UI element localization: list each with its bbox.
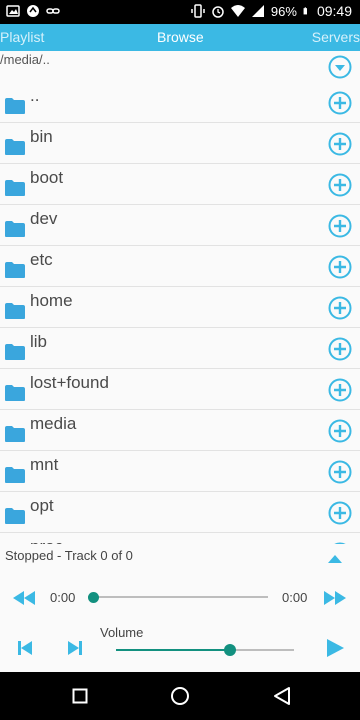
- play-icon[interactable]: [325, 638, 345, 658]
- dropdown-circle-icon[interactable]: [328, 55, 352, 79]
- volume-thumb[interactable]: [223, 644, 236, 656]
- tab-servers[interactable]: Servers: [312, 29, 360, 45]
- folder-icon: [5, 221, 25, 237]
- link-icon: [46, 8, 60, 14]
- item-name: lost+found: [30, 373, 109, 392]
- folder-icon: [5, 385, 25, 401]
- add-circle-icon[interactable]: [328, 337, 352, 361]
- list-item[interactable]: opt: [0, 492, 360, 533]
- time-elapsed: 0:00: [50, 590, 76, 605]
- folder-icon: [5, 180, 25, 196]
- sync-icon: [27, 5, 39, 17]
- folder-icon: [5, 303, 25, 319]
- folder-icon: [5, 467, 25, 483]
- add-circle-icon[interactable]: [328, 91, 352, 115]
- clock: 09:49: [316, 3, 352, 19]
- list-item[interactable]: mnt: [0, 451, 360, 492]
- skip-next-icon[interactable]: [67, 640, 83, 656]
- vibrate-icon: [191, 4, 205, 18]
- tab-bar: Playlist Browse Servers: [0, 24, 360, 51]
- seek-thumb[interactable]: [88, 592, 99, 603]
- list-item[interactable]: dev: [0, 205, 360, 246]
- folder-icon: [5, 426, 25, 442]
- folder-icon: [5, 262, 25, 278]
- add-circle-icon[interactable]: [328, 419, 352, 443]
- current-path: /media/..: [0, 52, 50, 67]
- back-icon[interactable]: [272, 686, 292, 706]
- item-name: bin: [30, 127, 53, 146]
- list-item[interactable]: etc: [0, 246, 360, 287]
- item-name: etc: [30, 250, 53, 269]
- list-item[interactable]: lib: [0, 328, 360, 369]
- folder-icon: [5, 98, 25, 114]
- volume-label: Volume: [100, 625, 144, 640]
- list-item[interactable]: boot: [0, 164, 360, 205]
- add-circle-icon[interactable]: [328, 460, 352, 484]
- folder-icon: [5, 139, 25, 155]
- list-item[interactable]: home: [0, 287, 360, 328]
- item-name: boot: [30, 168, 64, 187]
- list-item[interactable]: bin: [0, 123, 360, 164]
- player-panel: Stopped - Track 0 of 0 0:00 0:00 Volume: [0, 544, 360, 672]
- item-name: lib: [30, 332, 48, 351]
- folder-icon: [5, 508, 25, 524]
- expand-up-icon[interactable]: [327, 554, 343, 564]
- recent-apps-icon[interactable]: [72, 688, 88, 704]
- system-nav-bar: [0, 672, 360, 720]
- item-name: media: [30, 414, 77, 433]
- add-circle-icon[interactable]: [328, 296, 352, 320]
- fast-forward-icon[interactable]: [323, 590, 347, 606]
- seek-bar[interactable]: [88, 596, 268, 598]
- list-item[interactable]: media: [0, 410, 360, 451]
- tab-browse[interactable]: Browse: [157, 29, 204, 45]
- signal-icon: [251, 5, 264, 17]
- skip-previous-icon[interactable]: [17, 640, 33, 656]
- file-list: .. bin boot dev etc home lib lost+found media mnt…: [0, 82, 360, 544]
- item-name: ..: [30, 86, 40, 105]
- add-circle-icon[interactable]: [328, 378, 352, 402]
- item-name: mnt: [30, 455, 59, 474]
- add-circle-icon[interactable]: [328, 214, 352, 238]
- time-total: 0:00: [282, 590, 308, 605]
- add-circle-icon[interactable]: [328, 132, 352, 156]
- battery-percent: 96%: [270, 3, 297, 19]
- item-name: dev: [30, 209, 58, 228]
- status-bar: 96% 09:49: [0, 0, 360, 24]
- battery-icon: [303, 7, 307, 15]
- player-status: Stopped - Track 0 of 0: [5, 548, 133, 563]
- volume-fill: [116, 649, 230, 651]
- item-name: opt: [30, 496, 54, 515]
- tab-playlist[interactable]: Playlist: [0, 29, 44, 45]
- list-item[interactable]: lost+found: [0, 369, 360, 410]
- item-name: home: [30, 291, 73, 310]
- alarm-icon: [212, 6, 224, 18]
- add-circle-icon[interactable]: [328, 501, 352, 525]
- list-item[interactable]: proc: [0, 533, 360, 544]
- add-circle-icon[interactable]: [328, 173, 352, 197]
- list-item[interactable]: ..: [0, 82, 360, 123]
- rewind-icon[interactable]: [12, 590, 36, 606]
- photo-icon: [6, 5, 20, 17]
- folder-icon: [5, 344, 25, 360]
- home-icon[interactable]: [170, 686, 190, 706]
- add-circle-icon[interactable]: [328, 255, 352, 279]
- item-name: proc: [30, 537, 63, 544]
- wifi-icon: [230, 5, 245, 17]
